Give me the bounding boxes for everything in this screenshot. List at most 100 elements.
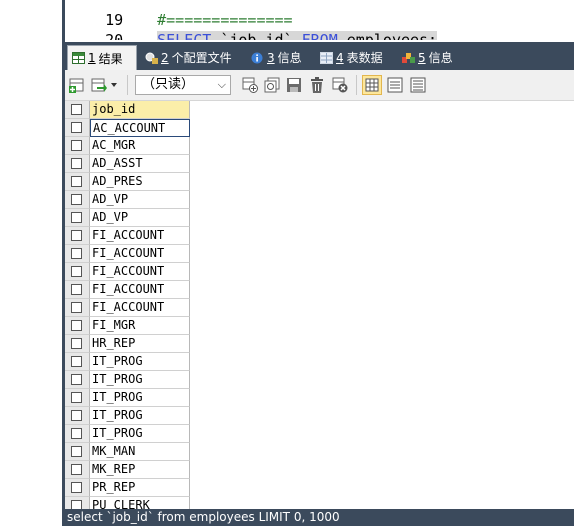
tab-profile[interactable]: 2 个配置文件 xyxy=(141,45,236,70)
row-checkbox[interactable] xyxy=(71,266,82,277)
read-only-select[interactable]: （只读） ⌵ xyxy=(135,75,231,95)
chevron-down-icon[interactable] xyxy=(109,78,119,94)
job-id-cell[interactable]: IT_PROG xyxy=(90,353,190,371)
row-checkbox-cell[interactable] xyxy=(65,317,90,335)
tab-table-data[interactable]: 4 表数据 xyxy=(316,45,387,70)
table-row[interactable]: FI_ACCOUNT xyxy=(65,299,191,317)
select-all-checkbox[interactable] xyxy=(71,104,82,115)
row-checkbox-cell[interactable] xyxy=(65,353,90,371)
export-icon[interactable] xyxy=(91,77,107,93)
table-row[interactable]: PU_CLERK xyxy=(65,497,191,509)
job-id-cell[interactable]: FI_MGR xyxy=(90,317,190,335)
row-checkbox-cell[interactable] xyxy=(65,425,90,443)
row-checkbox[interactable] xyxy=(71,428,82,439)
row-checkbox-cell[interactable] xyxy=(65,443,90,461)
delete-icon[interactable] xyxy=(309,77,325,93)
row-checkbox-cell[interactable] xyxy=(65,173,90,191)
row-checkbox-cell[interactable] xyxy=(65,137,90,155)
row-checkbox-cell[interactable] xyxy=(65,263,90,281)
table-row[interactable]: AD_PRES xyxy=(65,173,191,191)
table-row[interactable]: HR_REP xyxy=(65,335,191,353)
table-row[interactable]: FI_ACCOUNT xyxy=(65,263,191,281)
row-checkbox-cell[interactable] xyxy=(65,461,90,479)
job-id-cell[interactable]: IT_PROG xyxy=(90,425,190,443)
grid-view-toggle[interactable] xyxy=(362,75,382,95)
form-view-toggle[interactable] xyxy=(385,75,405,95)
cancel-changes-icon[interactable] xyxy=(332,77,348,93)
job-id-cell[interactable]: HR_REP xyxy=(90,335,190,353)
table-row[interactable]: FI_ACCOUNT xyxy=(65,281,191,299)
job-id-cell[interactable]: MK_REP xyxy=(90,461,190,479)
table-row[interactable]: IT_PROG xyxy=(65,371,191,389)
table-row[interactable]: FI_ACCOUNT xyxy=(65,245,191,263)
add-row-icon[interactable] xyxy=(69,77,85,93)
job-id-cell[interactable]: AD_ASST xyxy=(90,155,190,173)
row-checkbox[interactable] xyxy=(71,482,82,493)
row-checkbox-cell[interactable] xyxy=(65,281,90,299)
job-id-cell[interactable]: IT_PROG xyxy=(90,371,190,389)
table-row[interactable]: AD_ASST xyxy=(65,155,191,173)
tab-info-5[interactable]: 5 信息 xyxy=(398,45,457,70)
row-checkbox[interactable] xyxy=(71,212,82,223)
job-id-cell[interactable]: PR_REP xyxy=(90,479,190,497)
row-checkbox[interactable] xyxy=(71,446,82,457)
table-row[interactable]: AD_VP xyxy=(65,191,191,209)
row-checkbox[interactable] xyxy=(71,284,82,295)
selected-query[interactable]: SELECT `job_id` FROM employees; xyxy=(157,31,438,40)
text-view-toggle[interactable] xyxy=(408,75,428,95)
tab-result[interactable]: 1 结果 xyxy=(67,45,137,70)
row-checkbox[interactable] xyxy=(71,302,82,313)
table-row[interactable]: FI_ACCOUNT xyxy=(65,227,191,245)
sql-editor[interactable]: 19 #============== 20 SELECT `job_id` FROM… xyxy=(65,0,574,40)
table-row[interactable]: AC_MGR xyxy=(65,137,191,155)
row-checkbox-cell[interactable] xyxy=(65,371,90,389)
row-checkbox[interactable] xyxy=(71,410,82,421)
duplicate-row-icon[interactable] xyxy=(264,77,280,93)
job-id-cell[interactable]: AD_PRES xyxy=(90,173,190,191)
row-checkbox[interactable] xyxy=(71,500,82,509)
row-checkbox-cell[interactable] xyxy=(65,119,90,137)
row-checkbox[interactable] xyxy=(71,140,82,151)
table-row[interactable]: MK_REP xyxy=(65,461,191,479)
row-checkbox-cell[interactable] xyxy=(65,335,90,353)
row-checkbox-cell[interactable] xyxy=(65,209,90,227)
job-id-cell[interactable]: IT_PROG xyxy=(90,389,190,407)
job-id-cell[interactable]: FI_ACCOUNT xyxy=(90,299,190,317)
table-row[interactable]: FI_MGR xyxy=(65,317,191,335)
tab-info-3[interactable]: 3 信息 xyxy=(247,45,306,70)
job-id-cell[interactable]: FI_ACCOUNT xyxy=(90,263,190,281)
copy-rows-icon[interactable] xyxy=(242,77,258,93)
row-checkbox-cell[interactable] xyxy=(65,389,90,407)
row-checkbox-cell[interactable] xyxy=(65,245,90,263)
column-header-job-id[interactable]: job_id xyxy=(90,101,190,119)
row-checkbox-cell[interactable] xyxy=(65,479,90,497)
row-checkbox-cell[interactable] xyxy=(65,227,90,245)
table-row[interactable]: AD_VP xyxy=(65,209,191,227)
table-row[interactable]: IT_PROG xyxy=(65,389,191,407)
job-id-cell[interactable]: FI_ACCOUNT xyxy=(90,227,190,245)
row-checkbox[interactable] xyxy=(71,194,82,205)
row-checkbox-cell[interactable] xyxy=(65,497,90,509)
row-checkbox-cell[interactable] xyxy=(65,155,90,173)
result-grid[interactable]: job_id AC_ACCOUNT AC_MGR AD_ASST AD_PRES AD_… xyxy=(65,101,574,509)
job-id-cell[interactable]: FI_ACCOUNT xyxy=(90,245,190,263)
table-row[interactable]: IT_PROG xyxy=(65,425,191,443)
job-id-cell[interactable]: AC_ACCOUNT xyxy=(90,119,190,137)
row-checkbox-cell[interactable] xyxy=(65,407,90,425)
row-checkbox[interactable] xyxy=(71,230,82,241)
row-checkbox-cell[interactable] xyxy=(65,299,90,317)
row-checkbox[interactable] xyxy=(71,374,82,385)
job-id-cell[interactable]: AC_MGR xyxy=(90,137,190,155)
table-row[interactable]: IT_PROG xyxy=(65,407,191,425)
job-id-cell[interactable]: AD_VP xyxy=(90,191,190,209)
table-row[interactable]: MK_MAN xyxy=(65,443,191,461)
row-checkbox[interactable] xyxy=(71,248,82,259)
save-icon[interactable] xyxy=(286,77,302,93)
row-checkbox[interactable] xyxy=(71,464,82,475)
job-id-cell[interactable]: FI_ACCOUNT xyxy=(90,281,190,299)
job-id-cell[interactable]: IT_PROG xyxy=(90,407,190,425)
job-id-cell[interactable]: MK_MAN xyxy=(90,443,190,461)
table-row[interactable]: IT_PROG xyxy=(65,353,191,371)
row-checkbox[interactable] xyxy=(71,356,82,367)
row-checkbox[interactable] xyxy=(71,158,82,169)
